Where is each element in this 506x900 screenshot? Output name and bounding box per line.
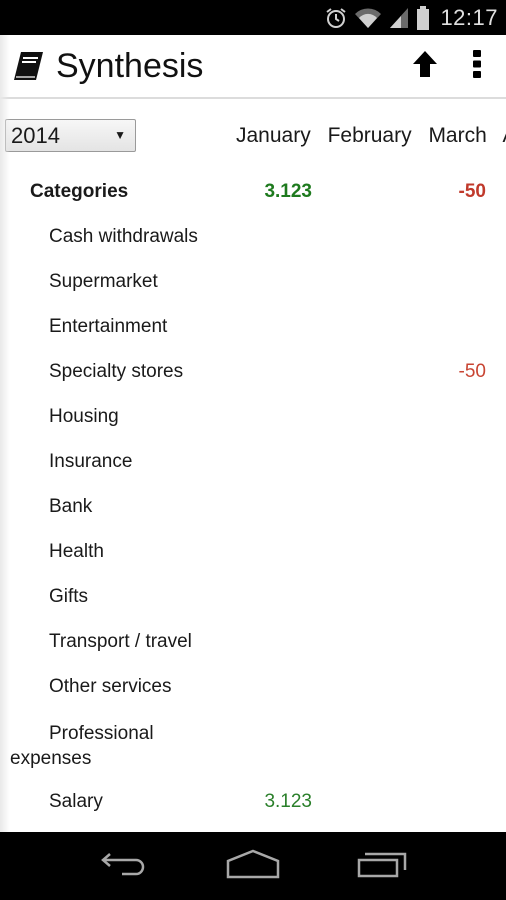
- month-header-february: February: [327, 124, 412, 147]
- back-button[interactable]: [89, 841, 159, 891]
- cell-signal-icon: [388, 6, 410, 30]
- wifi-icon: [354, 6, 382, 30]
- overflow-menu-icon: [472, 49, 482, 84]
- home-icon: [226, 849, 280, 884]
- category-label: Cash withdrawals: [49, 226, 198, 247]
- home-button[interactable]: [218, 841, 288, 891]
- category-label: Specialty stores: [49, 361, 184, 382]
- action-bar: Synthesis: [0, 35, 506, 99]
- category-label: Other services: [49, 676, 172, 697]
- category-label: Gifts: [49, 586, 89, 607]
- page-title: Synthesis: [56, 46, 204, 85]
- category-label: Salary: [49, 791, 103, 812]
- month-header-march: March: [428, 124, 487, 147]
- app-content: Synthesis 2014 ▼ January February March …: [0, 35, 506, 832]
- year-select-value: 2014: [11, 122, 60, 148]
- status-bar: 12:17: [0, 0, 506, 35]
- category-label: Insurance: [49, 451, 133, 472]
- battery-icon: [416, 5, 430, 31]
- march-value: -50: [458, 361, 486, 382]
- alarm-icon: [324, 6, 348, 30]
- january-total: 3.123: [264, 181, 312, 202]
- category-label: Professional expenses: [10, 723, 154, 769]
- category-label: Entertainment: [49, 316, 168, 337]
- clock: 12:17: [440, 4, 498, 30]
- march-total: -50: [458, 181, 486, 202]
- month-header-january: January: [236, 124, 311, 147]
- category-label: Health: [49, 541, 104, 562]
- category-label: Transport / travel: [49, 631, 192, 652]
- recent-apps-icon: [357, 850, 407, 883]
- overflow-menu-button[interactable]: [451, 40, 503, 92]
- navigation-bar: [0, 832, 506, 900]
- book-icon[interactable]: [12, 49, 46, 83]
- january-value: 3.123: [264, 791, 312, 812]
- category-label: Supermarket: [49, 271, 158, 292]
- year-select[interactable]: 2014 ▼: [5, 119, 136, 152]
- categories-label: Categories: [30, 181, 129, 202]
- arrow-up-icon: [412, 50, 438, 83]
- month-header-april: A: [502, 124, 506, 147]
- upload-button[interactable]: [399, 40, 451, 92]
- category-label: Bank: [49, 496, 93, 517]
- recent-apps-button[interactable]: [347, 841, 417, 891]
- chevron-down-icon: ▼: [114, 128, 126, 142]
- category-label: Housing: [49, 406, 119, 427]
- month-headers: January February March A: [236, 124, 506, 148]
- back-icon: [100, 850, 148, 883]
